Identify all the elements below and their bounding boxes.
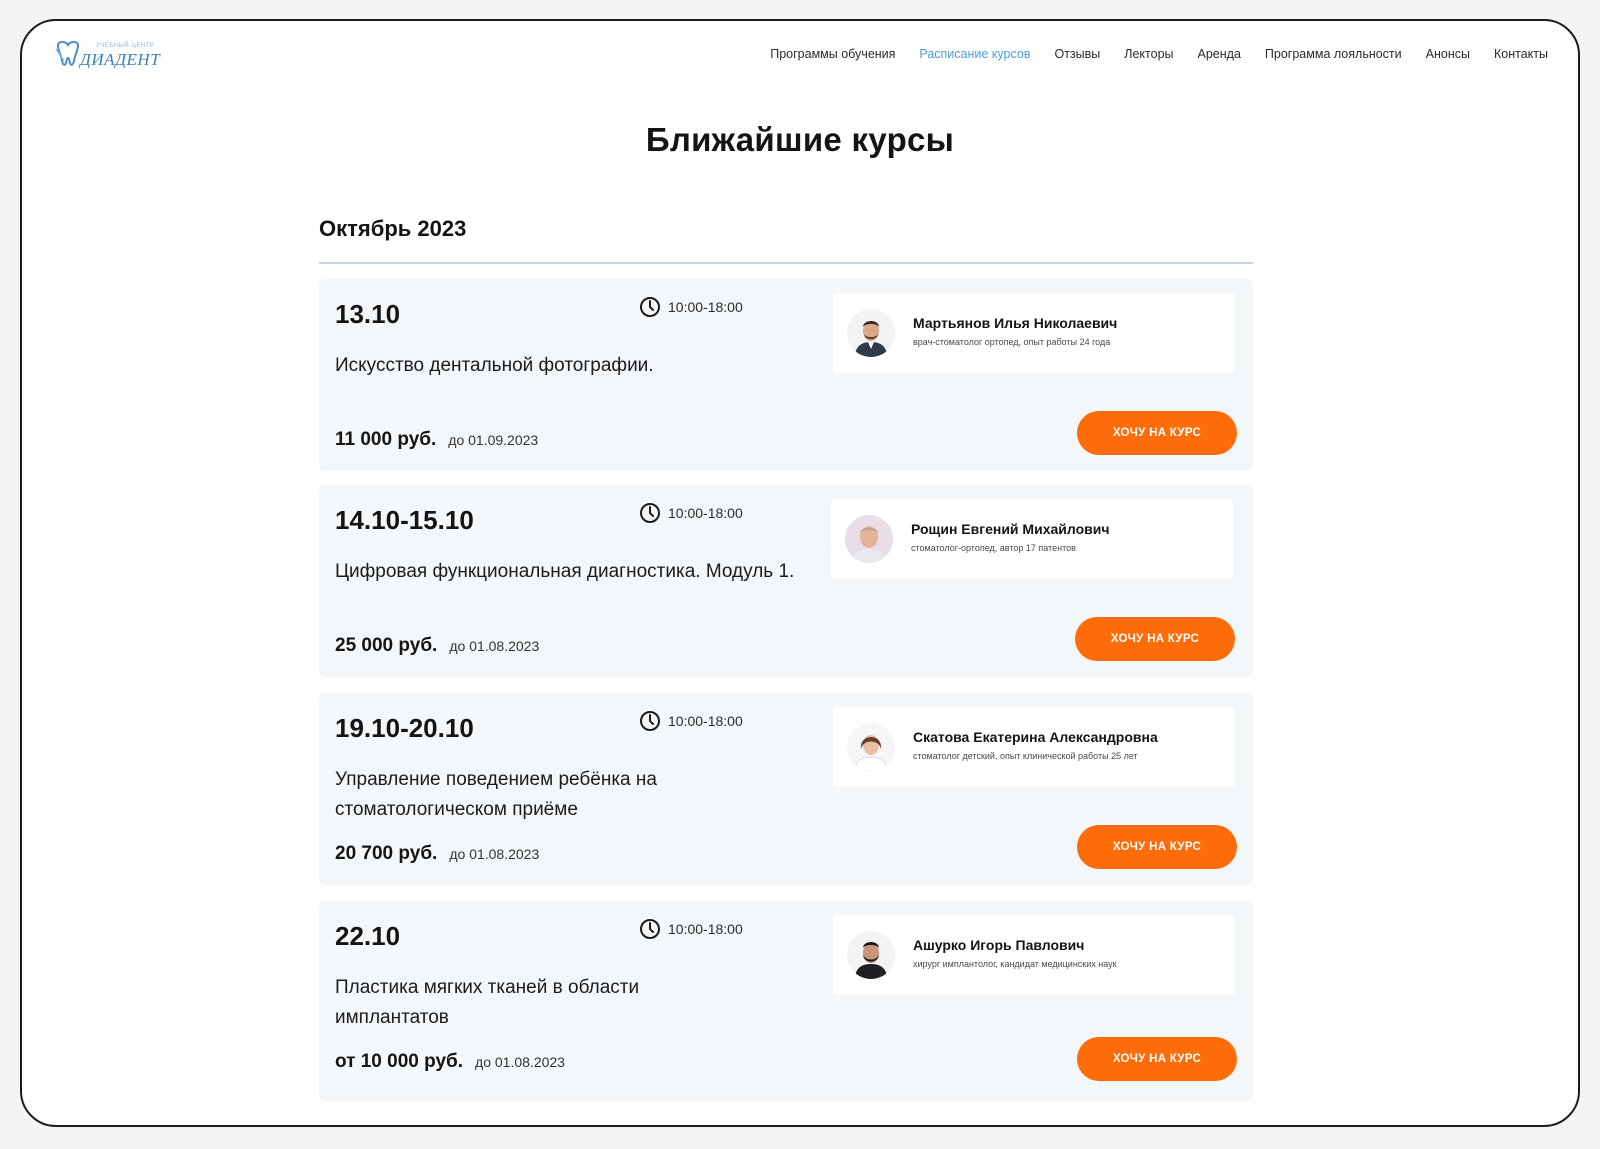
nav-item-loyalty[interactable]: Программа лояльности: [1265, 47, 1402, 61]
enroll-button[interactable]: ХОЧУ НА КУРС: [1077, 825, 1237, 869]
nav-item-announcements[interactable]: Анонсы: [1426, 47, 1470, 61]
page-title: Ближайшие курсы: [645, 121, 955, 158]
course-card: 14.10-15.10 10:00-18:00 Цифровая функцио…: [319, 485, 1253, 677]
lecturer-role: стоматолог-ортопед, автор 17 патентов: [911, 543, 1076, 553]
nav-item-contacts[interactable]: Контакты: [1494, 47, 1548, 61]
course-deadline: до 01.09.2023: [448, 432, 539, 448]
lecturer-card[interactable]: Мартьянов Илья Николаевич врач-стоматоло…: [833, 293, 1235, 373]
avatar: [847, 309, 895, 357]
course-date: 14.10-15.10: [335, 505, 474, 535]
course-time: 10:00-18:00: [639, 502, 743, 524]
lecturer-name: Ашурко Игорь Павлович: [913, 937, 1085, 953]
course-deadline: до 01.08.2023: [449, 846, 540, 862]
clock-icon: [640, 711, 660, 731]
nav-item-programs[interactable]: Программы обучения: [770, 47, 895, 61]
clock-icon: [640, 919, 660, 939]
avatar: [847, 723, 895, 771]
course-card: 13.10 10:00-18:00 Искусство дентальной ф…: [319, 279, 1253, 471]
course-card: 22.10 10:00-18:00 Пластика мягких тканей…: [319, 901, 1253, 1101]
course-price: 20 700 руб.: [335, 843, 438, 864]
course-date: 19.10-20.10: [335, 713, 474, 743]
course-time-text: 10:00-18:00: [668, 299, 743, 315]
course-title: Цифровая функциональная диагностика. Мод…: [335, 561, 795, 582]
nav-item-reviews[interactable]: Отзывы: [1054, 47, 1100, 61]
course-price: 25 000 руб.: [335, 635, 438, 656]
lecturer-name: Скатова Екатерина Александровна: [913, 729, 1158, 745]
main-nav: Программы обучения Расписание курсов Отз…: [746, 47, 1548, 61]
course-price-row: 11 000 руб. до 01.09.2023: [335, 429, 538, 451]
lecturer-role: хирург имплантолог, кандидат медицинских…: [913, 959, 1117, 969]
tooth-logo-icon: [55, 41, 80, 66]
clock-icon: [640, 297, 660, 317]
month-divider: [319, 262, 1253, 264]
lecturer-card[interactable]: Рощин Евгений Михайлович стоматолог-орто…: [831, 499, 1233, 579]
enroll-button[interactable]: ХОЧУ НА КУРС: [1077, 1037, 1237, 1081]
nav-item-lecturers[interactable]: Лекторы: [1124, 47, 1173, 61]
logo[interactable]: УЧЕБНЫЙ ЦЕНТР ДИАДЕНТ: [54, 37, 174, 73]
course-time-text: 10:00-18:00: [668, 713, 743, 729]
course-time: 10:00-18:00: [639, 710, 743, 732]
course-time: 10:00-18:00: [639, 918, 743, 940]
lecturer-name: Рощин Евгений Михайлович: [911, 521, 1110, 537]
course-date: 13.10: [335, 299, 401, 329]
month-heading: Октябрь 2023: [319, 216, 467, 241]
course-time-text: 10:00-18:00: [668, 505, 743, 521]
course-time-text: 10:00-18:00: [668, 921, 743, 937]
avatar: [847, 931, 895, 979]
course-price-row: 20 700 руб. до 01.08.2023: [335, 843, 539, 865]
logo-name: ДИАДЕНТ: [80, 50, 161, 69]
clock-icon: [640, 503, 660, 523]
enroll-button[interactable]: ХОЧУ НА КУРС: [1077, 411, 1237, 455]
course-deadline: до 01.08.2023: [475, 1054, 565, 1070]
course-price: 11 000 руб.: [335, 429, 437, 450]
course-price-row: 25 000 руб. до 01.08.2023: [335, 635, 539, 657]
course-date: 22.10: [335, 921, 401, 951]
lecturer-card[interactable]: Ашурко Игорь Павлович хирург имплантолог…: [833, 915, 1235, 995]
course-deadline: до 01.08.2023: [449, 638, 540, 654]
logo-tagline: УЧЕБНЫЙ ЦЕНТР: [96, 43, 155, 49]
avatar: [845, 515, 893, 563]
enroll-button[interactable]: ХОЧУ НА КУРС: [1075, 617, 1235, 661]
nav-item-schedule[interactable]: Расписание курсов: [919, 47, 1030, 61]
browser-frame: УЧЕБНЫЙ ЦЕНТР ДИАДЕНТ Программы обучения…: [20, 19, 1580, 1127]
course-title: Искусство дентальной фотографии.: [335, 355, 654, 376]
lecturer-card[interactable]: Скатова Екатерина Александровна стоматол…: [833, 707, 1235, 787]
course-title: Пластика мягких тканей в области имплант…: [335, 977, 640, 1028]
nav-item-rent[interactable]: Аренда: [1198, 47, 1241, 61]
lecturer-name: Мартьянов Илья Николаевич: [913, 315, 1118, 331]
lecturer-role: стоматолог детский, опыт клинической раб…: [913, 751, 1138, 761]
course-time: 10:00-18:00: [639, 296, 743, 318]
lecturer-role: врач-стоматолог ортопед, опыт работы 24 …: [913, 337, 1111, 347]
course-title: Управление поведением ребёнка на стомато…: [335, 769, 657, 820]
site-header: УЧЕБНЫЙ ЦЕНТР ДИАДЕНТ Программы обучения…: [22, 21, 1578, 101]
course-card: 19.10-20.10 10:00-18:00 Управление повед…: [319, 693, 1253, 885]
course-price-row: от 10 000 руб. до 01.08.2023: [335, 1051, 565, 1073]
course-price: от 10 000 руб.: [335, 1051, 464, 1072]
